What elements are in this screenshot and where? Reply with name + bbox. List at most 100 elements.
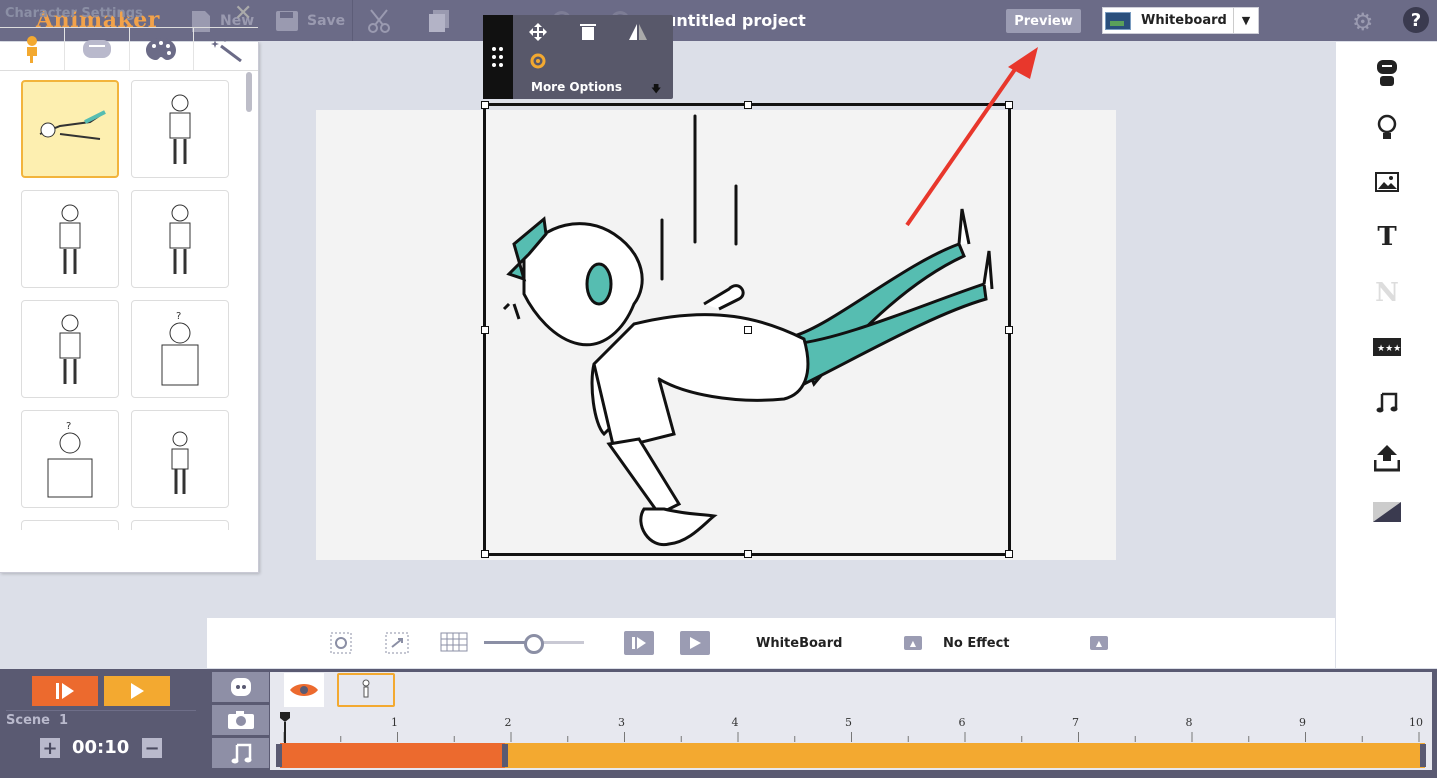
character-thumb-falling[interactable] [21,80,119,178]
copy-icon[interactable] [427,9,451,37]
resize-handle-bl[interactable] [481,550,489,558]
resize-handle-tl[interactable] [481,101,489,109]
image-icon[interactable] [1372,167,1402,197]
text-icon[interactable]: T [1372,222,1402,252]
upload-icon[interactable] [1372,443,1402,473]
transition-toggle-up-icon[interactable]: ▲ [904,636,922,650]
character-tabs [0,27,258,71]
resize-handle-l[interactable] [481,326,489,334]
scene-transition-bar[interactable] [280,743,505,768]
character-track-tab[interactable] [212,672,269,702]
download-arrow-icon[interactable]: 🡇 [651,82,661,99]
close-icon[interactable]: ✕ [234,1,252,26]
face-icon [82,40,111,58]
center-handle[interactable] [744,326,752,334]
panel-scrollbar[interactable] [246,72,252,112]
lightbulb-icon[interactable] [1372,113,1402,143]
character-thumb[interactable] [131,520,229,530]
save-button-label: Save [307,13,346,29]
decrease-duration-button[interactable]: − [142,738,162,759]
stars-banner-icon[interactable]: ★★★ [1372,332,1402,362]
flip-icon[interactable] [628,23,648,45]
character-grid: ? ? [0,70,245,530]
ruler-label: 10 [1409,716,1423,729]
character-thumb[interactable] [21,300,119,398]
tab-face[interactable] [65,28,130,70]
move-icon[interactable] [528,22,548,46]
play-from-start-button[interactable] [624,631,654,655]
character-duration-bar[interactable] [505,743,1425,768]
ruler-label: 1 [391,716,398,729]
bar-handle-left[interactable] [276,744,282,767]
tab-character[interactable] [0,28,65,70]
play-step-icon [632,637,646,649]
preview-button[interactable]: Preview [1006,9,1081,33]
zoom-slider-knob[interactable] [524,634,544,654]
play-step-icon [56,683,74,699]
grid-icon[interactable] [440,632,468,656]
character-thumb[interactable]: ? [21,410,119,508]
theme-dropdown-value: Whiteboard [1141,13,1227,28]
eye-icon [290,684,318,696]
tab-colors[interactable] [130,28,195,70]
transition-label: WhiteBoard [756,636,843,651]
delete-icon[interactable] [580,23,596,45]
resize-handle-t[interactable] [744,101,752,109]
bar-handle-right[interactable] [1420,744,1426,767]
ruler-label: 7 [1072,716,1079,729]
number-icon[interactable]: N [1372,278,1402,308]
ruler-label: 8 [1186,716,1193,729]
more-options-label[interactable]: More Options [531,80,622,94]
save-icon [276,11,298,31]
save-button[interactable]: Save [275,8,345,34]
music-icon[interactable] [1372,387,1402,417]
increase-duration-button[interactable]: + [40,738,60,759]
character-thumb[interactable] [21,520,119,530]
bar-handle-mid[interactable] [502,744,508,767]
playhead[interactable] [279,712,291,744]
background-icon[interactable] [1372,497,1402,527]
divider [352,0,353,41]
character-thumb[interactable] [131,410,229,508]
ruler-label: 2 [505,716,512,729]
character-thumb[interactable] [21,190,119,288]
play-button[interactable] [680,631,710,655]
ruler-label: 6 [959,716,966,729]
character-thumb[interactable] [131,190,229,288]
drag-grip-icon[interactable] [483,15,513,99]
ruler-label: 4 [732,716,739,729]
chevron-down-icon[interactable]: ▼ [1233,8,1258,33]
fit-screen-icon[interactable] [384,631,410,659]
svg-text:?: ? [176,311,181,322]
settings-gear-icon[interactable]: ⚙ [1352,8,1374,36]
project-title[interactable]: untitled project [665,11,806,30]
character-thumb[interactable]: ? [131,300,229,398]
palette-icon [146,38,177,60]
effect-toggle-up-icon[interactable]: ▲ [1090,636,1108,650]
character-library-icon[interactable] [1372,58,1402,88]
resize-handle-r[interactable] [1005,326,1013,334]
scene-duration: 00:10 [72,737,130,758]
resize-handle-br[interactable] [1005,550,1013,558]
camera-icon [227,711,254,729]
options-gear-icon[interactable] [529,52,547,74]
camera-track-tab[interactable] [212,705,269,735]
scene-label: Scene 1 [6,713,69,728]
play-scene-button[interactable] [32,676,98,706]
ruler-label: 3 [618,716,625,729]
theme-dropdown[interactable]: Whiteboard ▼ [1102,7,1259,34]
tab-animation[interactable] [194,28,258,70]
resize-handle-b[interactable] [744,550,752,558]
help-icon[interactable]: ? [1403,7,1429,33]
whiteboard-thumb-icon [1105,11,1131,30]
music-note-icon [231,743,251,764]
cut-icon[interactable] [367,8,391,38]
character-thumb[interactable] [131,80,229,178]
ruler-label: 5 [845,716,852,729]
play-all-button[interactable] [104,676,170,706]
music-track-tab[interactable] [212,738,269,768]
visibility-toggle[interactable] [284,673,324,707]
magic-wand-icon [211,38,243,62]
character-timeline-thumb[interactable] [337,673,395,707]
center-target-icon[interactable] [328,631,354,659]
